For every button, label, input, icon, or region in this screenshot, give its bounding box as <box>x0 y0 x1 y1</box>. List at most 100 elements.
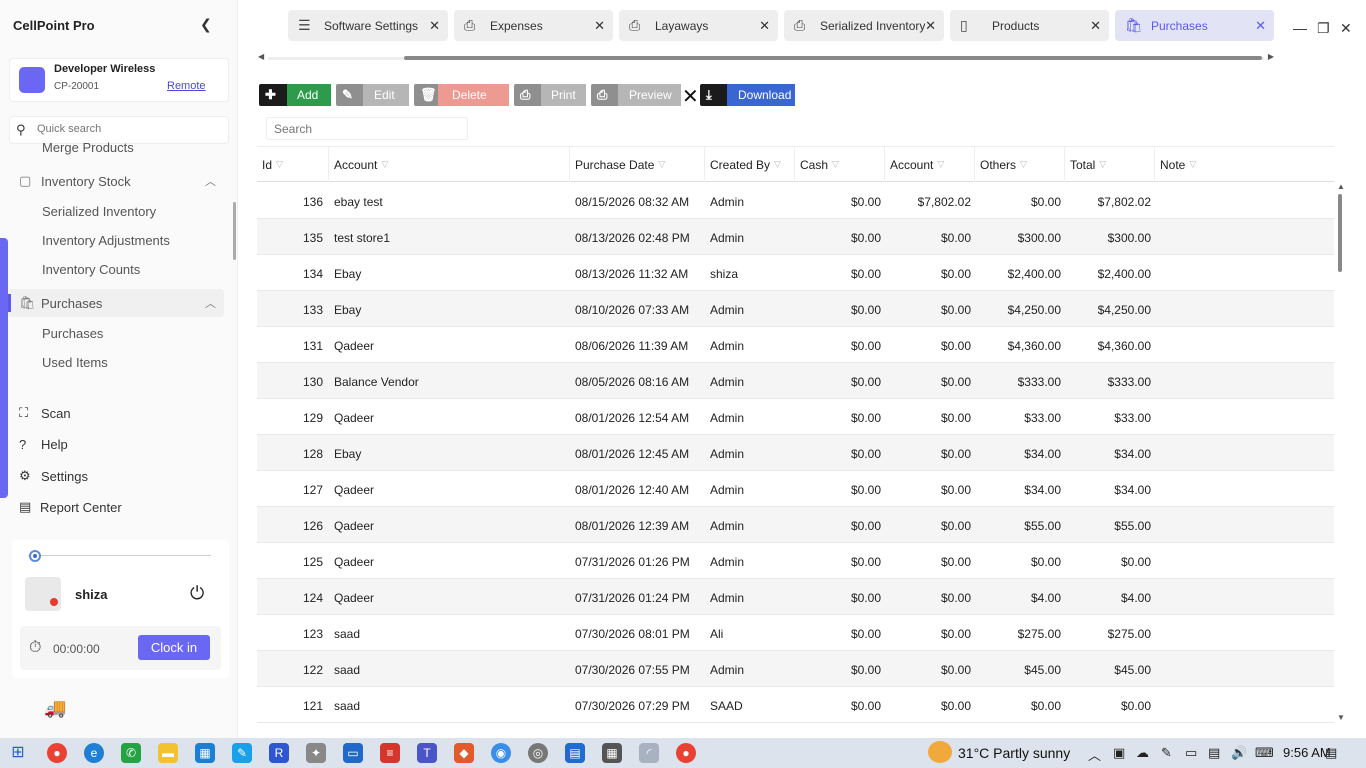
col-id[interactable]: Id ▽ <box>257 147 329 182</box>
chrome-icon[interactable]: ● <box>47 743 67 763</box>
pen-icon[interactable]: ✎ <box>1161 745 1172 761</box>
notepad-icon[interactable]: ▤ <box>565 743 585 763</box>
nav-purchases[interactable]: 🛍 Purchases ︿ <box>8 289 224 317</box>
restore-icon[interactable]: ❐ <box>1317 20 1330 37</box>
tab-layaways[interactable]: ⎙ Layaways ✕ <box>619 10 778 41</box>
filter-icon[interactable]: ▽ <box>1189 159 1196 170</box>
scroll-right-icon[interactable]: ▶ <box>1268 52 1274 61</box>
sidebar-scrollbar[interactable] <box>233 202 236 260</box>
print-button[interactable]: ⎙ Print <box>514 84 586 106</box>
nav-serialized-inventory[interactable]: Serialized Inventory <box>42 204 156 219</box>
calculator-icon[interactable]: ▦ <box>602 743 622 763</box>
table-row[interactable]: 136 ebay test 08/15/2026 08:32 AM Admin $0.0… <box>257 183 1334 219</box>
table-row[interactable]: 123 saad 07/30/2026 08:01 PM Ali $0.00 $0.00 $… <box>257 615 1334 651</box>
filter-icon[interactable]: ▽ <box>832 159 839 170</box>
close-icon[interactable]: ✕ <box>429 18 440 34</box>
nav-inventory-counts[interactable]: Inventory Counts <box>42 262 140 277</box>
close-icon[interactable]: ✕ <box>594 18 605 34</box>
table-scrollbar[interactable]: ▲ ▼ <box>1336 182 1346 722</box>
windows-start-icon[interactable]: ⊞ <box>8 743 28 763</box>
notifications-icon[interactable]: ▤ <box>1325 745 1337 761</box>
power-icon[interactable]: ⏻ <box>190 583 204 604</box>
add-button[interactable]: ✚ Add <box>259 84 331 106</box>
teams-icon[interactable]: T <box>417 743 437 763</box>
close-icon[interactable]: ✕ <box>1090 18 1101 34</box>
weather-icon[interactable] <box>928 741 952 763</box>
scroll-thumb[interactable] <box>1338 194 1342 272</box>
app-icon[interactable]: ✎ <box>232 743 252 763</box>
grid-search[interactable] <box>266 117 468 140</box>
scroll-thumb[interactable] <box>404 56 1262 60</box>
table-row[interactable]: 128 Ebay 08/01/2026 12:45 AM Admin $0.00 $0.0… <box>257 435 1334 471</box>
scroll-left-icon[interactable]: ◀ <box>258 52 264 61</box>
scroll-down-icon[interactable]: ▼ <box>1337 713 1345 722</box>
table-row[interactable]: 133 Ebay 08/10/2026 07:33 AM Admin $0.00 $0.0… <box>257 291 1334 327</box>
chrome-icon[interactable]: ● <box>676 743 696 763</box>
quick-search-input[interactable] <box>37 123 217 135</box>
language-icon[interactable]: ⌨ <box>1255 745 1274 761</box>
delete-button[interactable]: 🗑 Delete <box>414 84 509 106</box>
cloud-icon[interactable]: ☁ <box>1136 745 1149 761</box>
volume-icon[interactable]: 🔊 <box>1231 745 1247 761</box>
filter-icon[interactable]: ▽ <box>937 159 944 170</box>
minimize-icon[interactable]: — <box>1293 20 1307 36</box>
nav-report-center[interactable]: ▤ Report Center <box>0 493 228 521</box>
table-row[interactable]: 125 Qadeer 07/31/2026 01:26 PM Admin $0.00 $0… <box>257 543 1334 579</box>
store-mode-link[interactable]: Remote <box>167 80 206 92</box>
col-cash[interactable]: Cash ▽ <box>795 147 885 182</box>
table-row[interactable]: 130 Balance Vendor 08/05/2026 08:16 AM Admi… <box>257 363 1334 399</box>
preview-button[interactable]: ⎙ Preview <box>591 84 681 106</box>
filter-icon[interactable]: ▽ <box>658 159 665 170</box>
nav-inventory-stock[interactable]: ▢ Inventory Stock ︿ <box>0 167 228 195</box>
col-total[interactable]: Total ▽ <box>1065 147 1155 182</box>
col-account[interactable]: Account ▽ <box>329 147 570 182</box>
store-card[interactable]: Developer Wireless CP-20001 Remote <box>9 58 229 102</box>
app-icon[interactable]: R <box>269 743 289 763</box>
col-note[interactable]: Note ▽ <box>1155 147 1334 182</box>
table-row[interactable]: 122 saad 07/30/2026 07:55 PM Admin $0.00 $0.0… <box>257 651 1334 687</box>
col-purchase-date[interactable]: Purchase Date ▽ <box>570 147 705 182</box>
filter-icon[interactable]: ▽ <box>1099 159 1106 170</box>
nav-settings[interactable]: ⚙ Settings <box>0 462 228 490</box>
edge-icon[interactable]: e <box>84 743 104 763</box>
table-row[interactable]: 127 Qadeer 08/01/2026 12:40 AM Admin $0.00 $0… <box>257 471 1334 507</box>
nav-inventory-adjustments[interactable]: Inventory Adjustments <box>42 233 170 248</box>
brave-icon[interactable]: ◆ <box>454 743 474 763</box>
chevron-up-icon[interactable]: ︿ <box>1088 745 1101 764</box>
app-icon[interactable]: ◜ <box>639 743 659 763</box>
table-row[interactable]: 124 Qadeer 07/31/2026 01:24 PM Admin $0.00 $0… <box>257 579 1334 615</box>
download-button[interactable]: ⤓ Download <box>700 84 795 106</box>
nav-purchases-sub[interactable]: Purchases <box>42 326 103 341</box>
filter-icon[interactable]: ▽ <box>381 159 388 170</box>
close-window-icon[interactable]: ✕ <box>1340 20 1352 37</box>
status-slider-track[interactable] <box>28 555 211 556</box>
tab-software-settings[interactable]: ☰ Software Settings ✕ <box>288 10 448 41</box>
table-row[interactable]: 126 Qadeer 08/01/2026 12:39 AM Admin $0.00 $0… <box>257 507 1334 543</box>
store-icon[interactable]: ▦ <box>195 743 215 763</box>
table-row[interactable]: 134 Ebay 08/13/2026 11:32 AM shiza $0.00 $0.0… <box>257 255 1334 291</box>
status-slider-knob[interactable] <box>29 550 41 562</box>
scroll-up-icon[interactable]: ▲ <box>1337 182 1345 191</box>
weather-text[interactable]: 31°C Partly sunny <box>958 745 1070 761</box>
battery-icon[interactable]: ▭ <box>1185 745 1197 761</box>
app-icon[interactable]: ≡ <box>380 743 400 763</box>
col-others[interactable]: Others ▽ <box>975 147 1065 182</box>
table-row[interactable]: 121 saad 07/30/2026 07:29 PM SAAD $0.00 $0.00… <box>257 687 1334 723</box>
filter-icon[interactable]: ▽ <box>1020 159 1027 170</box>
network-icon[interactable]: ▤ <box>1208 745 1220 761</box>
filter-icon[interactable]: ▽ <box>276 159 283 170</box>
app-icon[interactable]: ✦ <box>306 743 326 763</box>
close-icon[interactable]: ✕ <box>925 18 936 34</box>
collapse-sidebar-icon[interactable]: ❮ <box>200 16 212 33</box>
table-row[interactable]: 131 Qadeer 08/06/2026 11:39 AM Admin $0.00 $0… <box>257 327 1334 363</box>
app-icon[interactable]: ▭ <box>343 743 363 763</box>
close-icon[interactable]: ✕ <box>682 84 699 109</box>
col-account-amount[interactable]: Account ▽ <box>885 147 975 182</box>
close-icon[interactable]: ✕ <box>759 18 770 34</box>
whatsapp-icon[interactable]: ✆ <box>121 743 141 763</box>
folder-icon[interactable]: ▬ <box>158 743 178 763</box>
filter-icon[interactable]: ▽ <box>774 159 781 170</box>
table-row[interactable]: 135 test store1 08/13/2026 02:48 PM Admin $0… <box>257 219 1334 255</box>
app-icon[interactable]: ◎ <box>528 743 548 763</box>
table-row[interactable]: 129 Qadeer 08/01/2026 12:54 AM Admin $0.00 $0… <box>257 399 1334 435</box>
